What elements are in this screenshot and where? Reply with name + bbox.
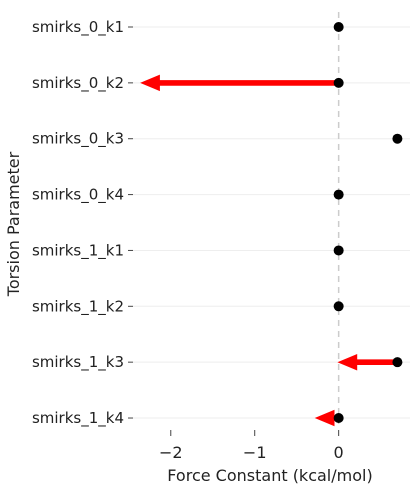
data-point-smirks_1_k4 [333, 413, 344, 424]
data-point-smirks_1_k2 [333, 301, 344, 312]
x-tick-label-1: −1 [243, 443, 267, 462]
y-tick-label-smirks_0_k2: smirks_0_k2 [32, 74, 124, 93]
y-tick-label-smirks_1_k1: smirks_1_k1 [32, 241, 124, 260]
data-point-smirks_0_k1 [333, 22, 344, 32]
change-arrow-smirks_0_k2 [140, 74, 340, 92]
data-point-smirks_1_k1 [333, 245, 344, 256]
y-tick-label-smirks_1_k4: smirks_1_k4 [32, 409, 124, 428]
x-tick-label-0: −2 [159, 443, 183, 462]
data-point-smirks_0_k3 [392, 133, 403, 144]
data-point-smirks_0_k4 [333, 189, 344, 200]
x-tick-label-2: 0 [334, 443, 344, 462]
y-tick-label-smirks_0_k3: smirks_0_k3 [32, 130, 124, 149]
force-constant-chart: smirks_0_k1 smirks_0_k2 smirks_0_k3 smirks_… [4, 12, 410, 485]
y-tick-labels: smirks_0_k1 smirks_0_k2 smirks_0_k3 smirks_… [32, 18, 133, 428]
y-tick-label-smirks_1_k2: smirks_1_k2 [32, 297, 124, 316]
x-axis-label: Force Constant (kcal/mol) [167, 466, 372, 485]
data-point-smirks_0_k2 [333, 77, 344, 88]
y-tick-label-smirks_0_k4: smirks_0_k4 [32, 186, 124, 205]
data-point-smirks_1_k3 [392, 357, 403, 368]
y-tick-label-smirks_1_k3: smirks_1_k3 [32, 353, 124, 372]
y-tick-label-smirks_0_k1: smirks_0_k1 [32, 18, 124, 37]
y-axis-label: Torsion Parameter [4, 151, 23, 297]
change-arrow-smirks_1_k3 [337, 353, 398, 371]
x-tick-labels: −2 −1 0 [159, 430, 344, 462]
